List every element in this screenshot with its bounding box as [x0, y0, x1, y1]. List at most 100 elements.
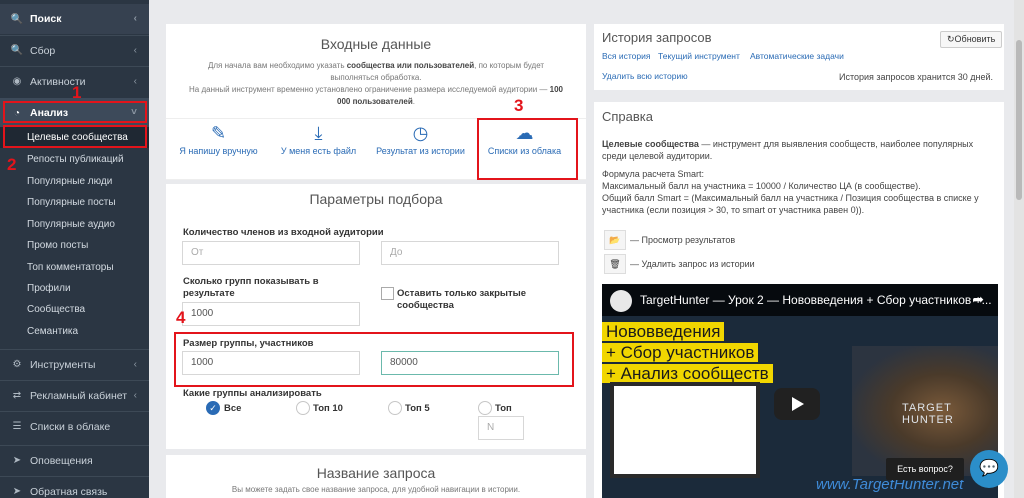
history-title: История запросов — [602, 30, 712, 45]
top-n-input[interactable]: N — [478, 416, 524, 440]
radio-top5-label: Топ 5 — [405, 403, 430, 414]
help-formula: Формула расчета Smart: Максимальный балл… — [602, 169, 979, 215]
sidebar-subitem-semantics[interactable]: Семантика — [0, 321, 149, 342]
sidebar-item-ad-cabinet[interactable]: ⇄ Рекламный кабинет ‹ — [0, 380, 149, 410]
clock-icon: ◷ — [412, 123, 429, 143]
option-file[interactable]: ⤓ У меня есть файл — [266, 120, 371, 176]
video-laptop-image — [610, 382, 760, 478]
chevron-left-icon: ‹ — [133, 76, 137, 87]
list-icon: ☰ — [12, 421, 22, 432]
history-retention-note: История запросов хранится 30 дней. — [839, 72, 993, 82]
radio-top-n[interactable] — [478, 401, 492, 415]
groups-count-input[interactable]: 1000 — [182, 302, 360, 326]
sidebar-item-cloud-lists[interactable]: ☰ Списки в облаке — [0, 411, 149, 441]
members-label: Количество членов из входной аудитории — [183, 227, 384, 238]
tab-current-tool[interactable]: Текущий инструмент — [658, 51, 740, 61]
sidebar-subitem-top-commenters[interactable]: Топ комментаторы — [0, 257, 149, 278]
tab-auto-tasks[interactable]: Автоматические задачи — [750, 51, 844, 61]
sidebar-item-collect[interactable]: 🔍 Сбор ‹ — [0, 35, 149, 65]
cloud-icon: ☁ — [515, 123, 534, 143]
folder-open-icon: 📂 — [604, 230, 626, 250]
pie-chart-icon: ◔ — [13, 107, 21, 119]
sidebar-item-label: Списки в облаке — [30, 420, 111, 433]
sidebar-item-tools[interactable]: ⚙ Инструменты ‹ — [0, 349, 149, 379]
sidebar-subitem-target-communities[interactable]: Целевые сообщества — [0, 127, 149, 148]
which-groups-label: Какие группы анализировать — [183, 388, 322, 399]
channel-avatar — [610, 290, 632, 312]
input-section-description: Для начала вам необходимо указать сообще… — [207, 61, 545, 82]
search-icon: 🔍 — [10, 45, 24, 56]
download-icon: ⤓ — [314, 123, 323, 143]
help-title: Справка — [602, 109, 653, 124]
group-size-from-input[interactable]: 1000 — [182, 351, 360, 375]
tab-all-history[interactable]: Вся история — [602, 51, 651, 61]
delete-request-note: — Удалить запрос из истории — [630, 259, 755, 269]
section-gap — [166, 449, 586, 455]
sidebar-item-label: Инструменты — [30, 358, 96, 371]
sidebar-subitem-reposts[interactable]: Репосты публикаций — [0, 149, 149, 170]
option-cloud[interactable]: ☁ Списки из облака — [472, 120, 577, 176]
sidebar-item-search[interactable]: 🔍 Поиск ‹ — [0, 4, 149, 34]
annotation-number-1: 1 — [72, 83, 82, 102]
scrollbar-thumb[interactable] — [1016, 40, 1022, 200]
help-lead: Целевые сообщества — инструмент для выяв… — [602, 139, 974, 161]
video-title-bar: TargetHunter — Урок 2 — Нововведения + С… — [602, 284, 998, 316]
sidebar-subitem-popular-posts[interactable]: Популярные посты — [0, 192, 149, 213]
chat-icon[interactable]: 💬 — [970, 450, 1008, 488]
group-size-label: Размер группы, участников — [183, 338, 314, 349]
radio-top10-label: Топ 10 — [313, 403, 343, 414]
option-history[interactable]: ◷ Результат из истории — [368, 120, 473, 176]
chevron-down-icon: ˅ — [131, 107, 137, 118]
input-section-title: Входные данные — [320, 36, 432, 52]
sidebar-item-label: Обратная связь — [30, 485, 108, 498]
share-icon[interactable]: ➦ — [972, 291, 984, 308]
option-manual[interactable]: ✎ Я напишу вручную — [166, 120, 271, 176]
sidebar-item-label: Сбор — [30, 44, 56, 57]
group-size-to-input[interactable]: 80000 — [381, 351, 559, 375]
annotation-number-3: 3 — [514, 96, 524, 115]
video-brand-logo: TARGET HUNTER — [902, 402, 954, 426]
video-title: TargetHunter — Урок 2 — Нововведения + С… — [640, 293, 992, 307]
video-headline-3: + Анализ сообществ — [602, 364, 773, 383]
sidebar-item-notifications[interactable]: ➤ Оповещения — [0, 445, 149, 475]
groups-count-label: Сколько групп показывать в результате — [183, 276, 319, 299]
members-from-input[interactable]: От — [182, 241, 360, 265]
sidebar-item-feedback[interactable]: ➤ Обратная связь — [0, 476, 149, 498]
search-icon: 🔍 — [10, 13, 24, 25]
sidebar-subitem-profiles[interactable]: Профили — [0, 278, 149, 299]
request-name-title: Название запроса — [316, 465, 436, 481]
send-icon: ➤ — [12, 455, 22, 466]
chevron-left-icon: ‹ — [133, 359, 137, 370]
gear-icon: ⚙ — [12, 359, 22, 370]
chevron-left-icon: ‹ — [133, 45, 137, 56]
refresh-button[interactable]: ↻Обновить — [940, 31, 1003, 48]
play-button[interactable] — [774, 388, 820, 420]
sidebar-item-label: Поиск — [30, 13, 62, 25]
section-gap — [166, 180, 586, 184]
closed-only-label: Оставить только закрытые сообщества — [397, 288, 527, 311]
radio-top10[interactable] — [296, 401, 310, 415]
sidebar-subitem-communities[interactable]: Сообщества — [0, 299, 149, 320]
sidebar-subitem-popular-audio[interactable]: Популярные аудио — [0, 214, 149, 235]
closed-only-checkbox[interactable] — [381, 287, 394, 300]
refresh-icon: ↻ — [947, 34, 955, 44]
eye-icon: ◉ — [12, 76, 22, 87]
video-headline-2: + Сбор участников — [602, 343, 759, 362]
sidebar: 🔍 Поиск ‹ 🔍 Сбор ‹ ◉ Активности ‹ ◔ Анал… — [0, 0, 149, 498]
delete-all-history-link[interactable]: Удалить всю историю — [602, 71, 688, 81]
chevron-left-icon: ‹ — [133, 390, 137, 401]
annotation-number-4: 4 — [176, 308, 186, 327]
radio-top5[interactable] — [388, 401, 402, 415]
annotation-number-2: 2 — [7, 155, 17, 174]
members-to-input[interactable]: До — [381, 241, 559, 265]
sidebar-item-label: Оповещения — [30, 454, 93, 467]
history-panel: История запросов ↻Обновить Вся история Т… — [594, 24, 1004, 90]
radio-all[interactable]: ✓ — [206, 401, 220, 415]
sidebar-item-label: Анализ — [30, 107, 69, 119]
radio-all-label: Все — [224, 403, 242, 414]
request-name-description: Вы можете задать свое название запроса, … — [231, 485, 521, 494]
chat-tooltip: Есть вопрос? — [886, 458, 964, 480]
sidebar-subitem-popular-people[interactable]: Популярные люди — [0, 171, 149, 192]
sidebar-subitem-promo-posts[interactable]: Промо посты — [0, 235, 149, 256]
pencil-icon: ✎ — [210, 123, 227, 143]
